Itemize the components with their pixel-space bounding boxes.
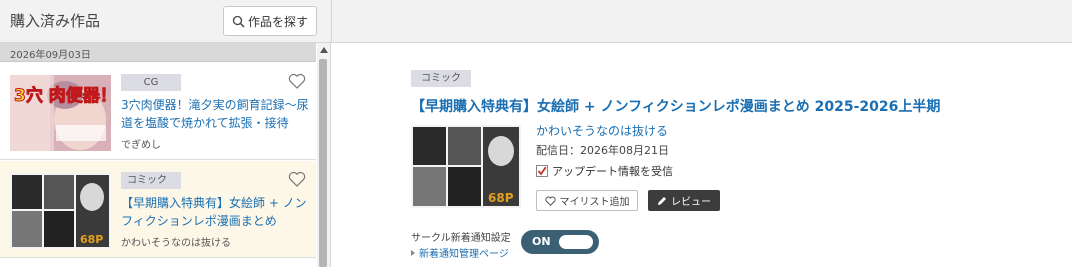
date-header: 2026年09月03日 bbox=[0, 43, 316, 62]
chevron-right-icon bbox=[411, 249, 415, 256]
checkbox-checked-icon[interactable] bbox=[536, 165, 548, 177]
list-item-selected[interactable]: 68P コミック 【早期購入特典有】女絵師 + ノンフィクションレポ漫画まとめ … bbox=[0, 161, 316, 258]
header-divider bbox=[331, 0, 332, 43]
toggle-knob bbox=[559, 235, 593, 249]
work-detail-panel: コミック 【早期購入特典有】女絵師 + ノンフィクションレポ漫画まとめ 2025… bbox=[332, 43, 1072, 267]
list-scrollbar[interactable] bbox=[317, 43, 330, 267]
release-date: 配信日：2026年08月21日 bbox=[536, 144, 669, 157]
work-thumbnail[interactable]: 68P bbox=[10, 173, 111, 249]
heart-outline-icon bbox=[544, 196, 556, 206]
search-works-label: 作品を探す bbox=[247, 14, 308, 29]
review-label: レビュー bbox=[671, 197, 711, 208]
circle-link[interactable]: かわいそうなのは抜ける bbox=[536, 122, 668, 139]
thumb-page-count: 68P bbox=[80, 233, 103, 246]
purchased-works-app: 購入済み作品 作品を探す 2026年09月03日 3穴 肉便器！ CG 3穴肉便… bbox=[0, 0, 1072, 267]
toggle-state-label: ON bbox=[532, 235, 551, 248]
thumb-page-count: 68P bbox=[488, 191, 514, 205]
circle-name: でぎめし bbox=[121, 140, 161, 151]
notice-management-link[interactable]: 新着通知管理ページ bbox=[411, 245, 509, 260]
update-notify-checkbox[interactable]: アップデート情報を受信 bbox=[536, 163, 673, 179]
list-item[interactable]: 3穴 肉便器！ CG 3穴肉便器！滝夕実の飼育記録～尿道を塩酸で焼かれて拡張・接… bbox=[0, 63, 316, 160]
category-badge: コミック bbox=[121, 172, 181, 189]
scroll-up-arrow-icon[interactable] bbox=[320, 47, 328, 53]
thumb-title-text: 3穴 肉便器！ bbox=[14, 85, 111, 106]
update-notify-label: アップデート情報を受信 bbox=[552, 165, 673, 178]
work-title-link[interactable]: 3穴肉便器！滝夕実の飼育記録～尿道を塩酸で焼かれて拡張・接待 bbox=[121, 96, 309, 132]
scrollbar-thumb[interactable] bbox=[319, 59, 327, 267]
work-thumbnail[interactable]: 3穴 肉便器！ bbox=[10, 75, 111, 151]
notice-management-label: 新着通知管理ページ bbox=[419, 249, 509, 260]
circle-notice-toggle[interactable]: ON bbox=[521, 230, 599, 254]
purchase-list: 2026年09月03日 3穴 肉便器！ CG 3穴肉便器！滝夕実の飼育記録～尿道… bbox=[0, 43, 331, 267]
add-to-wishlist-button[interactable]: マイリスト追加 bbox=[536, 190, 638, 211]
work-title-link[interactable]: 【早期購入特典有】女絵師 + ノンフィクションレポ漫画まとめ bbox=[121, 194, 309, 230]
category-badge: CG bbox=[121, 74, 181, 91]
work-thumbnail[interactable]: 68P bbox=[411, 125, 521, 208]
search-works-button[interactable]: 作品を探す bbox=[223, 6, 317, 36]
wishlist-label: マイリスト追加 bbox=[559, 197, 630, 208]
page-title: 購入済み作品 bbox=[10, 12, 101, 30]
heart-outline-icon[interactable] bbox=[288, 171, 306, 187]
category-badge: コミック bbox=[411, 70, 471, 87]
circle-name: かわいそうなのは抜ける bbox=[121, 238, 231, 249]
work-title-link[interactable]: 【早期購入特典有】女絵師 + ノンフィクションレポ漫画まとめ 2025-2026… bbox=[411, 96, 940, 116]
heart-outline-icon[interactable] bbox=[288, 73, 306, 89]
top-bar: 購入済み作品 作品を探す bbox=[0, 0, 1072, 43]
pencil-icon bbox=[658, 196, 666, 205]
review-button[interactable]: レビュー bbox=[648, 190, 720, 211]
search-icon bbox=[232, 15, 245, 27]
circle-notice-label: サークル新着通知設定 bbox=[411, 233, 511, 244]
